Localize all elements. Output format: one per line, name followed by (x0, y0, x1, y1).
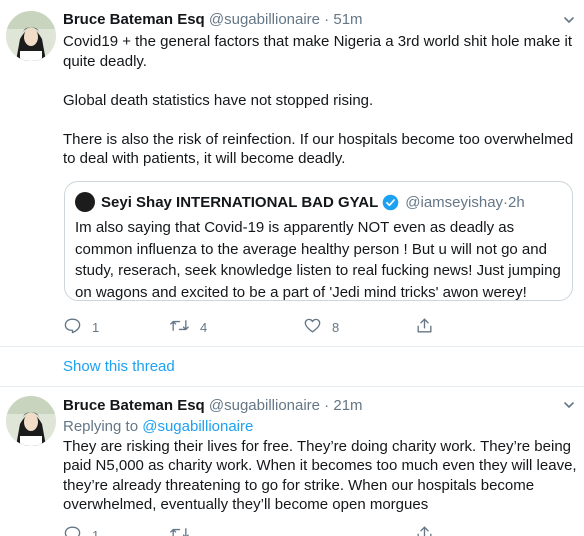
retweet-button[interactable] (169, 525, 303, 536)
tweet-text: Covid19 + the general factors that make … (63, 32, 578, 169)
heart-icon (303, 316, 322, 338)
tweet-header: Bruce Bateman Esq @sugabillionaire · 21m (63, 395, 578, 417)
share-icon (415, 524, 434, 536)
avatar[interactable] (6, 396, 56, 446)
replying-to: Replying to @sugabillionaire (63, 417, 578, 437)
quoted-text: Im also saying that Covid-19 is apparent… (75, 219, 561, 301)
retweet-icon (169, 316, 190, 338)
quoted-tweet[interactable]: Seyi Shay INTERNATIONAL BAD GYAL @iamsey… (64, 181, 573, 301)
tweet-time[interactable]: 21m (333, 397, 362, 414)
tweet-paragraph: There is also the risk of reinfection. I… (63, 130, 574, 168)
retweet-button[interactable]: 4 (169, 317, 303, 337)
quoted-tweet-header: Seyi Shay INTERNATIONAL BAD GYAL @iamsey… (75, 191, 562, 213)
tweet-paragraph: Covid19 + the general factors that make … (63, 33, 573, 70)
verified-badge-icon (382, 194, 399, 211)
tweet-header: Bruce Bateman Esq @sugabillionaire · 51m (63, 9, 578, 31)
separator: · (320, 397, 334, 414)
reply-count: 1 (92, 527, 100, 536)
reply-count: 1 (92, 319, 100, 335)
quoted-author-name: Seyi Shay INTERNATIONAL BAD GYAL (101, 193, 379, 211)
reply-button[interactable]: 1 (63, 317, 169, 337)
author-handle[interactable]: @sugabillionaire (209, 11, 320, 28)
chevron-down-icon[interactable] (560, 11, 578, 29)
reply-icon (63, 316, 82, 338)
reply-button[interactable]: 1 (63, 525, 169, 536)
replying-to-label: Replying to (63, 418, 139, 435)
share-button[interactable] (415, 317, 434, 337)
tweet[interactable]: Bruce Bateman Esq @sugabillionaire · 21m… (0, 387, 584, 536)
quoted-avatar (75, 192, 95, 212)
tweet-actions: 1 4 8 (63, 317, 493, 337)
author-name[interactable]: Bruce Bateman Esq (63, 11, 205, 28)
like-button[interactable]: 8 (303, 317, 415, 337)
quoted-author-handle: @iamseyishay (405, 193, 504, 211)
reply-icon (63, 524, 82, 536)
quoted-time: 2h (508, 193, 525, 211)
tweet-time[interactable]: 51m (333, 11, 362, 28)
tweet-actions: 1 (63, 525, 493, 536)
like-button[interactable] (303, 525, 415, 536)
avatar[interactable] (6, 11, 56, 61)
author-name[interactable]: Bruce Bateman Esq (63, 397, 205, 414)
share-icon (415, 316, 434, 338)
like-count: 8 (332, 319, 340, 335)
tweet-text: They are risking their lives for free. T… (63, 437, 577, 514)
divider (0, 346, 584, 347)
tweet[interactable]: Bruce Bateman Esq @sugabillionaire · 51m… (0, 0, 584, 352)
show-this-thread-link[interactable]: Show this thread (63, 357, 175, 377)
mention-link[interactable]: @sugabillionaire (142, 418, 253, 435)
share-button[interactable] (415, 525, 434, 536)
author-handle[interactable]: @sugabillionaire (209, 397, 320, 414)
chevron-down-icon[interactable] (560, 396, 578, 414)
tweet-paragraph: Global death statistics have not stopped… (63, 91, 374, 109)
retweet-icon (169, 524, 190, 536)
retweet-count: 4 (200, 319, 208, 335)
separator: · (320, 11, 334, 28)
